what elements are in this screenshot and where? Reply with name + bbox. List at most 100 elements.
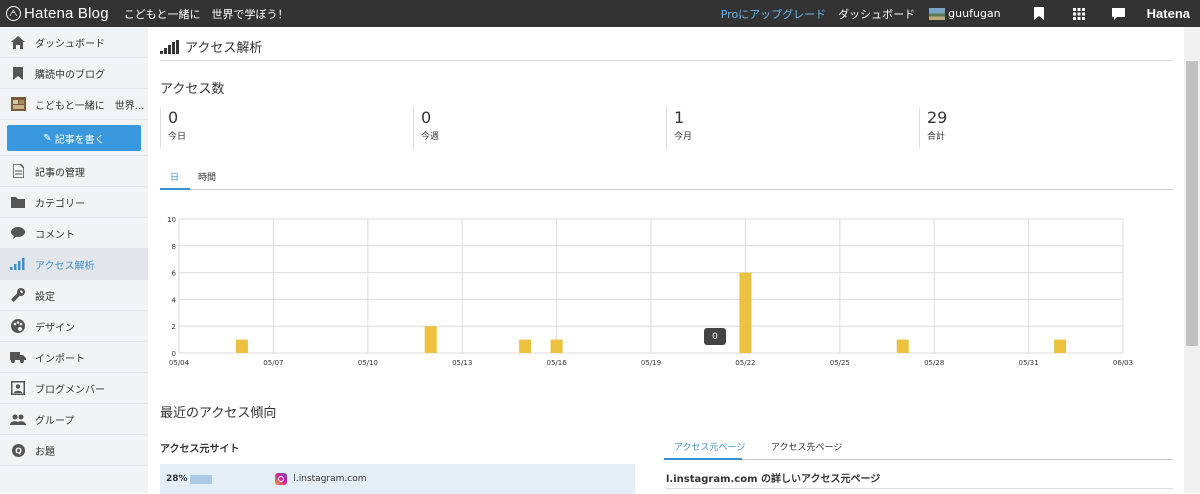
- folder-icon: [10, 194, 26, 210]
- palette-icon: [10, 318, 26, 334]
- group-icon: [10, 411, 26, 427]
- sidebar-item-label: アクセス解析: [35, 260, 95, 272]
- bookmark-icon: [10, 65, 26, 81]
- scrollbar-thumb[interactable]: [1186, 61, 1198, 346]
- y-tick-label: 10: [167, 216, 176, 224]
- chart-bar: [519, 339, 532, 353]
- y-tick-label: 4: [172, 296, 177, 304]
- x-tick-label: 05/25: [830, 359, 850, 367]
- comment-icon: [10, 225, 26, 241]
- tab-source-pages[interactable]: アクセス元ページ: [674, 440, 745, 453]
- sidebar-item-members[interactable]: ブログメンバー: [0, 373, 148, 404]
- x-tick-label: 05/22: [735, 359, 755, 367]
- stat-value: 29: [927, 108, 948, 127]
- sidebar-item-settings[interactable]: 設定: [0, 280, 148, 311]
- write-article-button[interactable]: ✎ 記事を書く: [7, 125, 141, 151]
- y-tick-label: 0: [172, 350, 176, 358]
- sidebar: ダッシュボード 購読中のブログ こどもと一緒に 世界... ✎ 記事を書く 記事…: [0, 27, 148, 493]
- tab-day[interactable]: 日: [170, 170, 179, 183]
- stat-value: 1: [674, 108, 685, 127]
- truck-icon: [10, 349, 26, 365]
- hatena-link[interactable]: Hatena: [1147, 6, 1190, 21]
- x-tick-label: 05/31: [1019, 359, 1039, 367]
- sidebar-item-topics[interactable]: Q お題: [0, 435, 148, 466]
- sidebar-item-access-analytics[interactable]: アクセス解析: [0, 249, 148, 280]
- stat-label: 今日: [168, 132, 187, 142]
- document-icon: [10, 163, 26, 179]
- blog-title[interactable]: こどもと一緒に 世界で学ぼう！: [124, 6, 289, 22]
- chart-bar: [235, 339, 248, 353]
- y-tick-label: 2: [172, 323, 176, 331]
- page-title-text: アクセス解析: [185, 41, 263, 56]
- instagram-icon: [275, 473, 288, 485]
- stat-today: 0 今日: [160, 108, 186, 148]
- pro-upgrade-link[interactable]: Proにアップグレード: [721, 6, 826, 22]
- sidebar-item-label: 記事の管理: [35, 167, 85, 179]
- bar-chart-icon: [160, 39, 180, 54]
- page-tabs: アクセス元ページ アクセス先ページ: [664, 434, 1173, 460]
- x-tick-label: 05/04: [169, 359, 190, 367]
- x-tick-label: 05/07: [263, 359, 283, 367]
- stat-month: 1 今月: [666, 108, 692, 148]
- source-percent: 28%: [166, 474, 188, 484]
- sidebar-item-label: カテゴリー: [35, 198, 85, 210]
- y-tick-label: 8: [172, 243, 176, 251]
- notification-icon[interactable]: [1112, 7, 1126, 21]
- sidebar-item-label: インポート: [35, 353, 85, 365]
- sidebar-item-label: ブログメンバー: [35, 384, 105, 396]
- sidebar-item-import[interactable]: インポート: [0, 342, 148, 373]
- members-icon: [10, 380, 26, 396]
- sidebar-item-groups[interactable]: グループ: [0, 404, 148, 435]
- topic-icon: Q: [10, 442, 26, 458]
- grid-menu-icon[interactable]: [1072, 7, 1086, 21]
- sidebar-item-comments[interactable]: コメント: [0, 218, 148, 249]
- sidebar-item-blog[interactable]: こどもと一緒に 世界...: [0, 89, 148, 120]
- divider: [666, 488, 1173, 489]
- sidebar-item-categories[interactable]: カテゴリー: [0, 187, 148, 218]
- page-title: アクセス解析: [160, 37, 262, 56]
- source-site-link[interactable]: l.instagram.com: [293, 474, 366, 484]
- logo-text: Hatena Blog: [24, 5, 109, 22]
- bookmark-icon[interactable]: [1032, 7, 1046, 21]
- hatena-blog-logo[interactable]: ᗅ Hatena Blog: [0, 5, 109, 22]
- chart-bar: [1054, 339, 1067, 353]
- user-menu[interactable]: guufugan: [929, 7, 1001, 20]
- chart-bar: [739, 272, 752, 353]
- chart-bar: [424, 326, 437, 353]
- stat-label: 今週: [421, 132, 440, 142]
- sidebar-item-label: ダッシュボード: [35, 38, 105, 50]
- stat-value: 0: [421, 108, 432, 127]
- write-button-wrapper: ✎ 記事を書く: [0, 120, 148, 156]
- sidebar-item-label: グループ: [35, 415, 75, 427]
- sidebar-item-subscriptions[interactable]: 購読中のブログ: [0, 58, 148, 89]
- bar-chart-icon: [10, 256, 26, 272]
- sidebar-item-manage-articles[interactable]: 記事の管理: [0, 156, 148, 187]
- sidebar-item-label: こどもと一緒に 世界...: [35, 100, 145, 112]
- main-content: アクセス解析 アクセス数 0 今日 0 今週 1 今月 29 合計 日 時間 0…: [148, 27, 1184, 494]
- chart-tooltip: 0: [704, 328, 726, 345]
- scrollbar[interactable]: [1184, 27, 1200, 493]
- stat-total: 29 合計: [919, 108, 947, 148]
- sidebar-item-dashboard[interactable]: ダッシュボード: [0, 27, 148, 58]
- stat-value: 0: [168, 108, 179, 127]
- period-tabs: 日 時間: [160, 166, 1173, 190]
- x-tick-label: 05/19: [641, 359, 661, 367]
- tab-hour[interactable]: 時間: [198, 170, 216, 183]
- svg-text:Q: Q: [15, 446, 22, 455]
- y-tick-label: 6: [172, 270, 177, 278]
- home-icon: [10, 34, 26, 50]
- avatar: [929, 7, 946, 20]
- active-tab-indicator: [160, 188, 190, 190]
- tab-destination-pages[interactable]: アクセス先ページ: [771, 440, 842, 453]
- sidebar-item-label: 設定: [35, 291, 55, 303]
- sidebar-item-design[interactable]: デザイン: [0, 311, 148, 342]
- wrench-icon: [10, 287, 26, 303]
- x-tick-label: 05/28: [924, 359, 944, 367]
- detail-title: l.instagram.com の詳しいアクセス元ページ: [666, 474, 881, 485]
- table-row[interactable]: 28% l.instagram.com: [160, 464, 635, 494]
- sidebar-item-label: コメント: [35, 229, 75, 241]
- username: guufugan: [948, 7, 1001, 20]
- x-tick-label: 05/10: [358, 359, 378, 367]
- dashboard-link[interactable]: ダッシュボード: [838, 6, 915, 22]
- sidebar-item-label: お題: [35, 446, 55, 458]
